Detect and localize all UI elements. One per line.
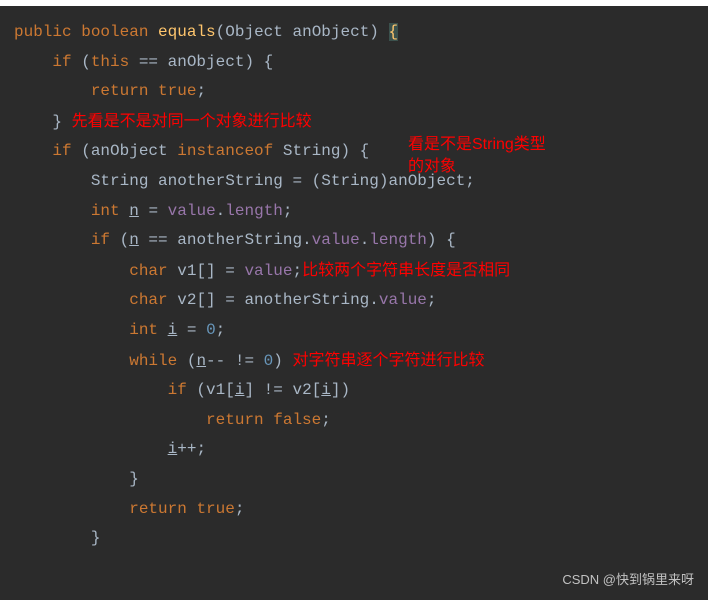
annotation-4: 对字符串逐个字符进行比较 bbox=[292, 352, 484, 369]
code-line: int n = value.length; bbox=[14, 197, 708, 227]
code-line: } bbox=[14, 465, 708, 495]
type-string: String bbox=[283, 142, 341, 160]
var-i: i bbox=[168, 440, 178, 458]
var-i: i bbox=[168, 321, 178, 339]
code-line: String anotherString = (String)anObject; bbox=[14, 167, 708, 197]
keyword-while: while bbox=[129, 352, 177, 370]
code-line: char v2[] = anotherString.value; bbox=[14, 286, 708, 316]
code-line: if (this == anObject) { bbox=[14, 48, 708, 78]
annotation-2: 看是不是String类型 的对象 bbox=[408, 134, 546, 179]
literal-zero: 0 bbox=[264, 352, 274, 370]
keyword-public: public bbox=[14, 23, 72, 41]
brackets: [] bbox=[196, 262, 215, 280]
var-i: i bbox=[321, 381, 331, 399]
code-line: } bbox=[14, 524, 708, 554]
keyword-true: true bbox=[158, 82, 196, 100]
code-line: int i = 0; bbox=[14, 316, 708, 346]
param-name: anObject bbox=[292, 23, 369, 41]
keyword-int: int bbox=[129, 321, 158, 339]
keyword-false: false bbox=[273, 411, 321, 429]
brackets: [] bbox=[196, 291, 215, 309]
member-length: length bbox=[369, 231, 427, 249]
member-value: value bbox=[312, 231, 360, 249]
keyword-if: if bbox=[168, 381, 187, 399]
var-n: n bbox=[129, 202, 139, 220]
method-name: equals bbox=[158, 23, 216, 41]
keyword-if: if bbox=[52, 142, 71, 160]
code-editor: public boolean equals(Object anObject) {… bbox=[0, 6, 708, 600]
keyword-char: char bbox=[129, 291, 167, 309]
annotation-3: 比较两个字符串长度是否相同 bbox=[302, 262, 510, 279]
code-line: char v1[] = value;比较两个字符串长度是否相同 bbox=[14, 256, 708, 287]
var-anotherstring: anotherString bbox=[244, 291, 369, 309]
var-v1: v1 bbox=[177, 262, 196, 280]
code-line: public boolean equals(Object anObject) { bbox=[14, 18, 708, 48]
param-type: Object bbox=[225, 23, 283, 41]
literal-zero: 0 bbox=[206, 321, 216, 339]
code-line: } 先看是不是对同一个对象进行比较 bbox=[14, 107, 708, 138]
keyword-return: return bbox=[129, 500, 187, 518]
code-line: return true; bbox=[14, 495, 708, 525]
identifier: anObject bbox=[91, 142, 168, 160]
var-v1: v1 bbox=[206, 381, 225, 399]
keyword-if: if bbox=[52, 53, 71, 71]
var-v2: v2 bbox=[177, 291, 196, 309]
keyword-instanceof: instanceof bbox=[177, 142, 273, 160]
var-i: i bbox=[235, 381, 245, 399]
keyword-boolean: boolean bbox=[81, 23, 148, 41]
var-v2: v2 bbox=[292, 381, 311, 399]
var-n: n bbox=[196, 352, 206, 370]
code-line: return false; bbox=[14, 406, 708, 436]
member-length: length bbox=[225, 202, 283, 220]
member-value: value bbox=[168, 202, 216, 220]
member-value: value bbox=[379, 291, 427, 309]
type-string: String bbox=[91, 172, 149, 190]
keyword-return: return bbox=[206, 411, 264, 429]
brace-open: { bbox=[389, 23, 399, 41]
keyword-return: return bbox=[91, 82, 149, 100]
keyword-int: int bbox=[91, 202, 120, 220]
var-anotherstring: anotherString bbox=[158, 172, 283, 190]
keyword-if: if bbox=[91, 231, 110, 249]
member-value: value bbox=[244, 262, 292, 280]
code-line: return true; bbox=[14, 77, 708, 107]
keyword-char: char bbox=[129, 262, 167, 280]
code-line: if (anObject instanceof String) { bbox=[14, 137, 708, 167]
var-n: n bbox=[129, 231, 139, 249]
watermark: CSDN @快到锅里来呀 bbox=[562, 568, 694, 592]
code-line: if (v1[i] != v2[i]) bbox=[14, 376, 708, 406]
code-line: if (n == anotherString.value.length) { bbox=[14, 226, 708, 256]
keyword-this: this bbox=[91, 53, 129, 71]
code-line: while (n-- != 0) 对字符串逐个字符进行比较 bbox=[14, 346, 708, 377]
annotation-2-line1: 看是不是String类型 bbox=[408, 134, 546, 156]
identifier: anObject bbox=[168, 53, 245, 71]
var-anotherstring: anotherString bbox=[177, 231, 302, 249]
code-line: i++; bbox=[14, 435, 708, 465]
annotation-2-line2: 的对象 bbox=[408, 156, 546, 178]
keyword-true: true bbox=[196, 500, 234, 518]
annotation-1: 先看是不是对同一个对象进行比较 bbox=[72, 113, 312, 130]
